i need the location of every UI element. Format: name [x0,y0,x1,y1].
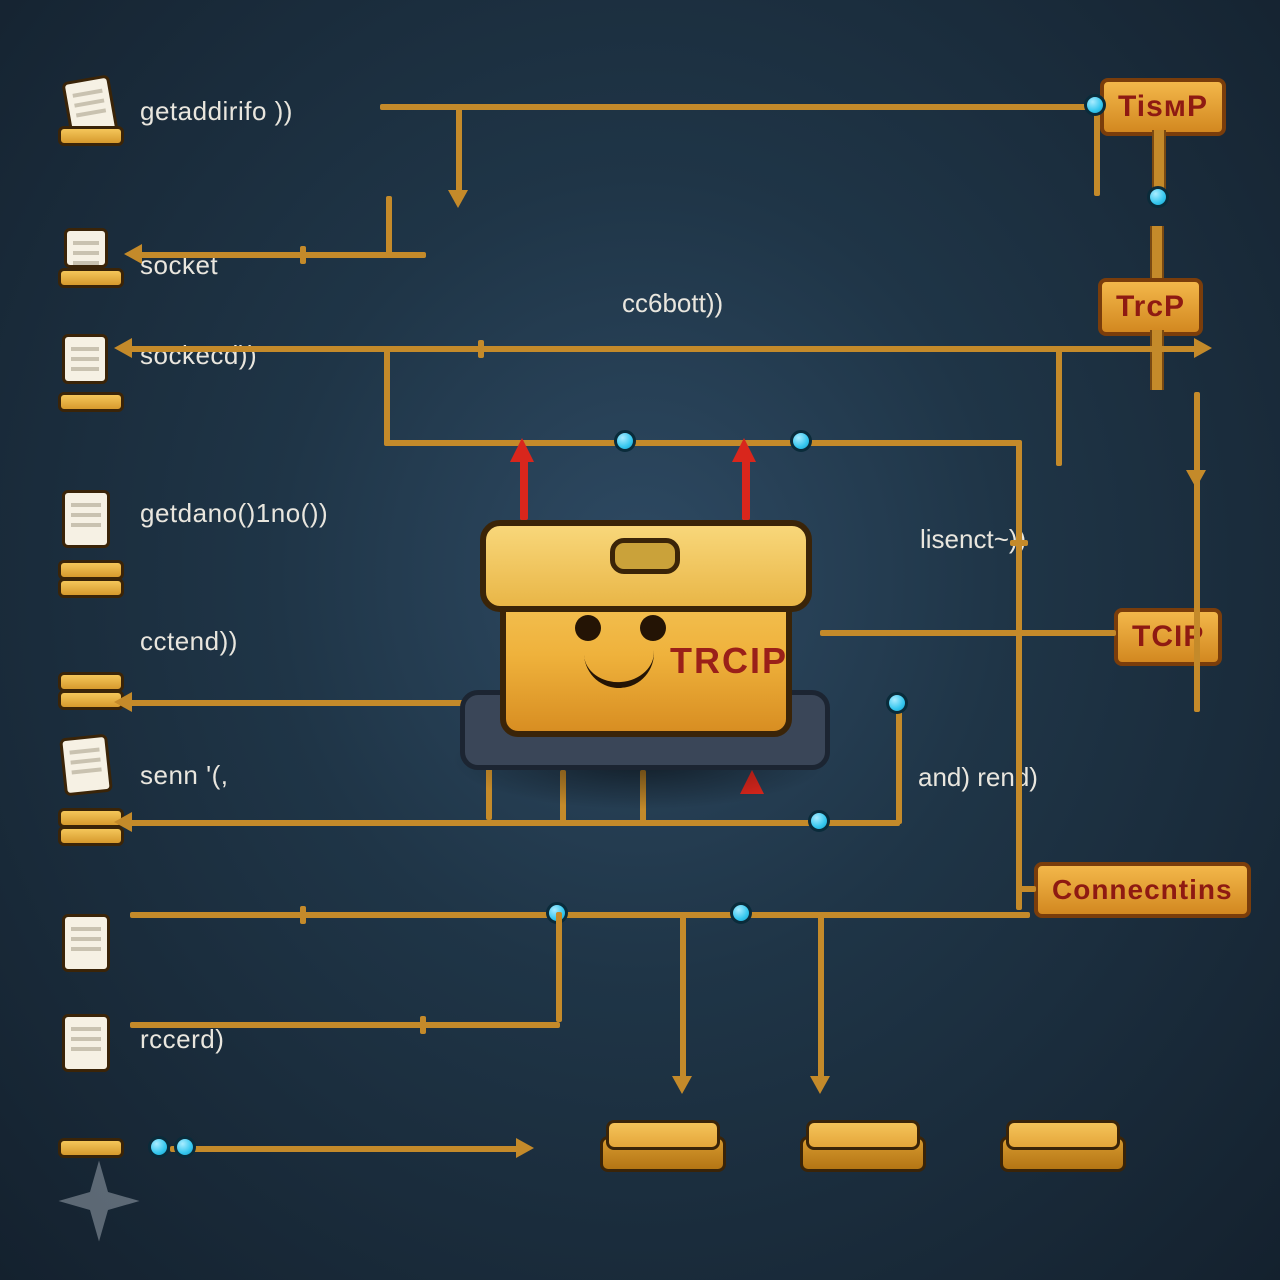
watermark-spark-icon [54,1156,144,1246]
red-arrow-up-icon [510,438,534,462]
wire [130,1022,560,1028]
icon-getaddrinfo [58,86,122,150]
node [808,810,830,832]
wire [384,440,1020,446]
sign-top: TisᴍP [1100,78,1226,136]
icon-rccerd [58,1014,122,1078]
wire [386,196,392,256]
wire [1194,392,1200,712]
node [730,902,752,924]
wire [1016,630,1116,636]
wire [1016,440,1022,910]
label-cctend: cctend)) [140,626,238,657]
node [790,430,812,452]
wire [680,912,686,1082]
label-getdano: getdano()1no()) [140,498,328,529]
node [174,1136,196,1158]
flat-box [600,1120,720,1170]
wire [1056,346,1196,352]
icon-senn [58,742,122,806]
node [886,692,908,714]
arrow-left-icon [114,812,132,832]
node [148,1136,170,1158]
wire [820,630,1020,636]
wire [380,104,1100,110]
icon-blank-page [58,914,122,978]
red-stem [742,460,750,520]
wire [556,912,562,1022]
tick [300,906,306,924]
flat-box [1000,1120,1120,1170]
wire [170,1146,520,1152]
wire [1094,104,1100,196]
tick [478,340,484,358]
wire [130,912,1030,918]
tick [420,1016,426,1034]
arrow-right-icon [516,1138,534,1158]
wire [130,820,900,826]
mascot-box: TRCIP [480,520,800,780]
arrow-right-icon [1194,338,1212,358]
tick [300,246,306,264]
sign-second-post-bot [1150,330,1164,390]
arrow-down-icon [672,1076,692,1094]
flat-box [800,1120,920,1170]
mascot-brand: TRCIP [670,640,788,682]
wire [896,700,902,824]
label-ccbot: cc6bott)) [622,288,723,319]
wire [1016,886,1036,892]
arrow-left-icon [114,338,132,358]
wire [130,346,1060,352]
label-senn: senn '(, [140,760,228,791]
icon-cctend [58,672,122,736]
label-getaddrinfo: getaddirifo )) [140,96,293,127]
wire [456,104,462,196]
icon-socket-disc [58,238,122,302]
node [614,430,636,452]
wire [140,252,390,258]
wire [386,252,426,258]
arrow-left-icon [114,692,132,712]
arrow-down-icon [448,190,468,208]
sign-connections: Connecntins [1034,862,1251,918]
arrow-left-icon [124,244,142,264]
icon-getdano [58,490,122,554]
sign-second-post-top [1150,226,1164,278]
wire [818,912,824,1082]
node [1084,94,1106,116]
red-arrow-up-icon [732,438,756,462]
icon-getdano-stack [58,560,122,624]
sign-top-post [1152,130,1166,190]
wire [130,700,490,706]
tick [1010,540,1028,546]
wire [1056,346,1062,466]
wire [384,346,390,444]
arrow-down-icon [1186,470,1206,488]
icon-senn-slab [58,808,122,872]
icon-socket2-slab [58,392,122,456]
red-stem [520,460,528,520]
arrow-down-icon [810,1076,830,1094]
icon-socket2 [58,330,122,394]
sign-third: TCIP [1114,608,1222,666]
sign-second: TrcP [1098,278,1203,336]
label-rccerd: rccerd) [140,1024,224,1055]
label-socket2: sockecd)) [140,340,257,371]
node-sign-top [1147,186,1169,208]
